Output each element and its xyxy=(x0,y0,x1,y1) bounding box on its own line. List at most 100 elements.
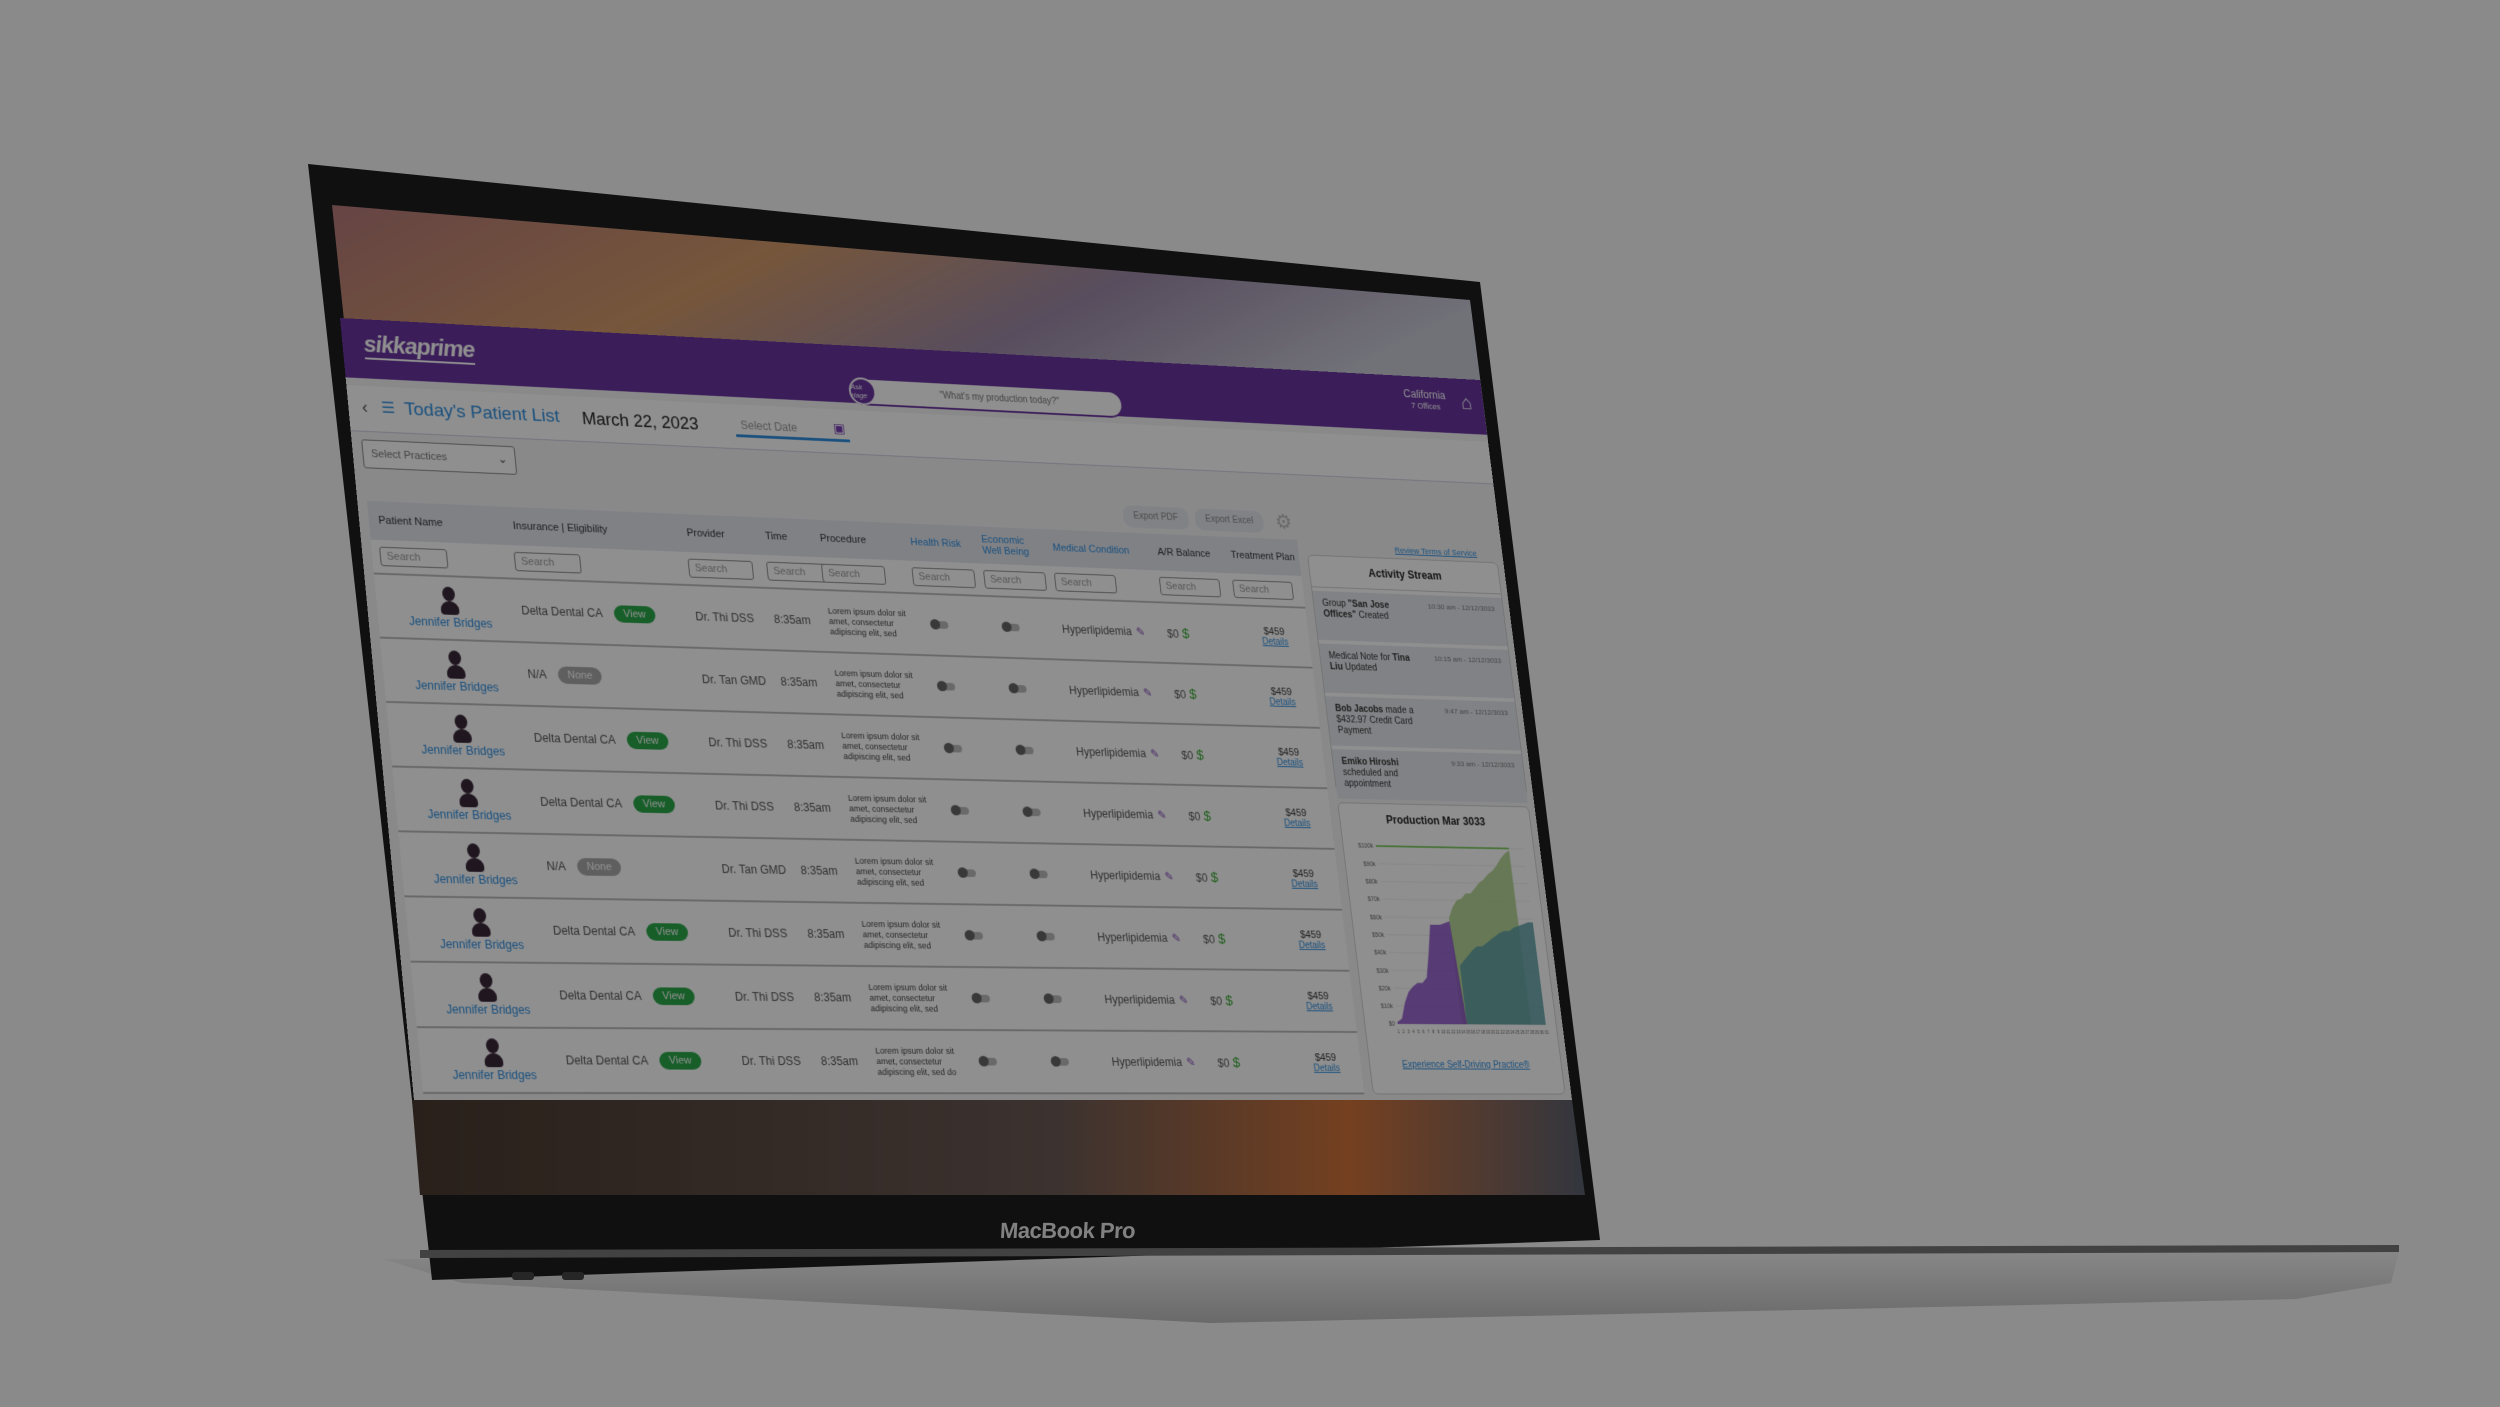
dollar-icon[interactable]: $ xyxy=(1196,747,1205,763)
details-link[interactable]: Details xyxy=(1270,879,1340,890)
eligibility-badge[interactable]: None xyxy=(557,666,603,685)
ask-input[interactable]: "What's my production today?" xyxy=(875,387,1121,410)
eligibility-badge[interactable]: View xyxy=(652,987,696,1006)
eligibility-badge[interactable]: View xyxy=(626,731,669,750)
health-risk-toggle[interactable] xyxy=(959,869,977,878)
column-header[interactable]: Treatment Plan xyxy=(1222,549,1300,563)
column-search-input[interactable]: Search xyxy=(982,569,1048,591)
details-link[interactable]: Details xyxy=(1255,757,1325,769)
details-link[interactable]: Details xyxy=(1284,1001,1354,1012)
terms-link[interactable]: Review Terms of Service xyxy=(1394,546,1477,558)
column-header[interactable]: Health Risk xyxy=(901,536,974,550)
dollar-icon[interactable]: $ xyxy=(1210,869,1219,885)
edit-icon[interactable]: ✎ xyxy=(1157,808,1167,821)
back-chevron-icon[interactable]: ‹ xyxy=(361,397,369,417)
dollar-icon[interactable]: $ xyxy=(1232,1054,1241,1070)
edit-icon[interactable]: ✎ xyxy=(1171,932,1181,945)
dollar-icon[interactable]: $ xyxy=(1203,808,1212,824)
column-search-input[interactable]: Search xyxy=(379,546,449,569)
patient-cell[interactable]: Jennifer Bridges xyxy=(412,973,552,1018)
patient-name-link[interactable]: Jennifer Bridges xyxy=(387,614,513,632)
export-excel-button[interactable]: Export Excel xyxy=(1193,508,1265,534)
column-header[interactable]: Insurance | Eligibility xyxy=(503,520,678,538)
patient-cell[interactable]: Jennifer Bridges xyxy=(393,777,533,823)
edit-icon[interactable]: ✎ xyxy=(1178,993,1188,1006)
health-risk-toggle[interactable] xyxy=(945,744,963,753)
patient-name-link[interactable]: Jennifer Bridges xyxy=(406,807,533,823)
edit-icon[interactable]: ✎ xyxy=(1150,747,1160,760)
column-header[interactable]: Procedure xyxy=(810,533,902,548)
patient-cell[interactable]: Jennifer Bridges xyxy=(375,584,514,631)
health-risk-toggle[interactable] xyxy=(973,994,991,1003)
details-link[interactable]: Details xyxy=(1241,636,1311,648)
column-header[interactable]: Provider xyxy=(677,527,757,541)
economic-toggle[interactable] xyxy=(1003,623,1021,632)
details-link[interactable]: Details xyxy=(1292,1063,1362,1073)
ar-balance: $0 xyxy=(1180,748,1194,762)
economic-toggle[interactable] xyxy=(1038,932,1056,941)
patient-cell[interactable]: Jennifer Bridges xyxy=(399,842,539,887)
economic-toggle[interactable] xyxy=(1017,746,1034,755)
patient-name-link[interactable]: Jennifer Bridges xyxy=(418,937,545,952)
activity-item[interactable]: Group "San Jose Offices" Created 10:30 am… xyxy=(1312,590,1508,647)
eligibility-badge[interactable]: View xyxy=(632,795,676,814)
patient-name-link[interactable]: Jennifer Bridges xyxy=(424,1002,552,1017)
activity-item[interactable]: Bob Jacobs made a $432.97 Credit Card Pa… xyxy=(1325,696,1521,751)
select-practices-dropdown[interactable]: Select Practices ⌄ xyxy=(361,439,518,475)
economic-toggle[interactable] xyxy=(1031,870,1049,879)
patient-cell[interactable]: Jennifer Bridges xyxy=(387,713,526,759)
activity-item[interactable]: Medical Note for Tina Liu Updated 10:15 a… xyxy=(1318,643,1515,699)
edit-icon[interactable]: ✎ xyxy=(1164,870,1174,883)
health-risk-toggle[interactable] xyxy=(938,682,956,691)
details-link[interactable]: Details xyxy=(1248,696,1318,708)
dollar-icon[interactable]: $ xyxy=(1188,686,1197,702)
column-search-input[interactable]: Search xyxy=(820,563,887,585)
edit-icon[interactable]: ✎ xyxy=(1142,686,1152,699)
details-link[interactable]: Details xyxy=(1277,940,1347,951)
location-selector[interactable]: California 7 Offices xyxy=(1403,387,1448,413)
patient-name-link[interactable]: Jennifer Bridges xyxy=(431,1068,559,1082)
economic-toggle[interactable] xyxy=(1045,995,1063,1003)
health-risk-toggle[interactable] xyxy=(931,620,949,629)
dollar-icon[interactable]: $ xyxy=(1181,625,1190,641)
calendar-icon[interactable]: ▣ xyxy=(832,420,846,436)
column-search-input[interactable]: Search xyxy=(1053,572,1118,594)
patient-name-link[interactable]: Jennifer Bridges xyxy=(412,872,539,888)
edit-icon[interactable]: ✎ xyxy=(1135,625,1145,638)
column-header[interactable]: Patient Name xyxy=(368,514,504,531)
eligibility-badge[interactable]: View xyxy=(658,1051,702,1070)
economic-toggle[interactable] xyxy=(1024,808,1041,817)
eligibility-badge[interactable]: None xyxy=(576,857,623,877)
patient-name-link[interactable]: Jennifer Bridges xyxy=(400,742,527,759)
column-search-input[interactable]: Search xyxy=(1158,576,1222,598)
export-pdf-button[interactable]: Export PDF xyxy=(1121,505,1190,530)
dollar-icon[interactable]: $ xyxy=(1225,992,1234,1008)
details-link[interactable]: Details xyxy=(1262,818,1332,830)
column-search-input[interactable]: Search xyxy=(687,558,755,580)
patient-cell[interactable]: Jennifer Bridges xyxy=(418,1038,558,1082)
health-risk-toggle[interactable] xyxy=(952,806,970,815)
column-search-input[interactable]: Search xyxy=(1232,579,1295,601)
edit-icon[interactable]: ✎ xyxy=(1186,1056,1196,1069)
column-header[interactable]: A/R Balance xyxy=(1148,546,1223,560)
column-search-input[interactable]: Search xyxy=(911,567,977,589)
eligibility-badge[interactable]: View xyxy=(645,923,689,942)
economic-toggle[interactable] xyxy=(1052,1058,1070,1066)
patient-cell[interactable]: Jennifer Bridges xyxy=(406,907,546,952)
dollar-icon[interactable]: $ xyxy=(1217,931,1226,947)
economic-toggle[interactable] xyxy=(1010,684,1027,693)
patient-name-link[interactable]: Jennifer Bridges xyxy=(393,678,520,695)
column-header[interactable]: Medical Condition xyxy=(1043,542,1149,557)
column-header[interactable]: Time xyxy=(755,530,811,543)
column-header[interactable]: Economic Well Being xyxy=(972,534,1045,559)
select-date-input[interactable]: Select Date ▣ xyxy=(734,415,851,443)
activity-item[interactable]: Emiko Hiroshi scheduled and appointment 9… xyxy=(1331,749,1528,803)
patient-cell[interactable]: Jennifer Bridges xyxy=(381,648,520,695)
self-driving-link[interactable]: Experience Self-Driving Practice® xyxy=(1370,1060,1562,1071)
eligibility-badge[interactable]: View xyxy=(613,605,656,624)
column-search-input[interactable]: Search xyxy=(513,551,582,574)
health-risk-toggle[interactable] xyxy=(980,1057,998,1066)
health-risk-toggle[interactable] xyxy=(966,931,984,940)
home-icon[interactable]: ⌂ xyxy=(1459,391,1473,415)
gear-icon[interactable]: ⚙ xyxy=(1274,510,1294,534)
